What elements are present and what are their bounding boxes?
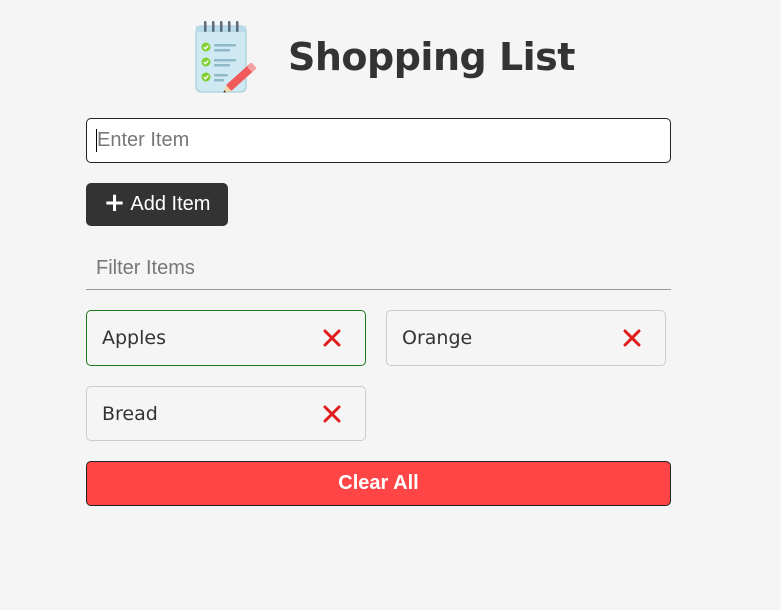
item-label: Bread <box>102 402 158 425</box>
add-item-label: Add Item <box>130 193 211 215</box>
list-item[interactable]: Orange <box>386 310 666 366</box>
filter-input[interactable] <box>86 248 671 290</box>
page-title: Shopping List <box>288 35 575 79</box>
list-item[interactable]: Apples <box>86 310 366 366</box>
plus-icon: + <box>103 188 126 218</box>
x-mark-icon[interactable] <box>319 401 345 427</box>
list-item[interactable]: Bread <box>86 386 366 441</box>
app-header: Shopping List <box>190 18 575 98</box>
add-item-button[interactable]: + Add Item <box>86 183 228 226</box>
item-label: Apples <box>102 327 166 349</box>
clear-all-button[interactable]: Clear All <box>86 461 671 506</box>
item-input[interactable] <box>86 118 671 163</box>
item-label: Orange <box>402 327 473 349</box>
checklist-notepad-icon <box>195 21 256 93</box>
app: Shopping List + Add Item Apples Orange B… <box>0 0 781 610</box>
text-cursor <box>96 129 97 152</box>
x-mark-icon[interactable] <box>619 325 645 351</box>
x-mark-icon[interactable] <box>319 325 345 351</box>
